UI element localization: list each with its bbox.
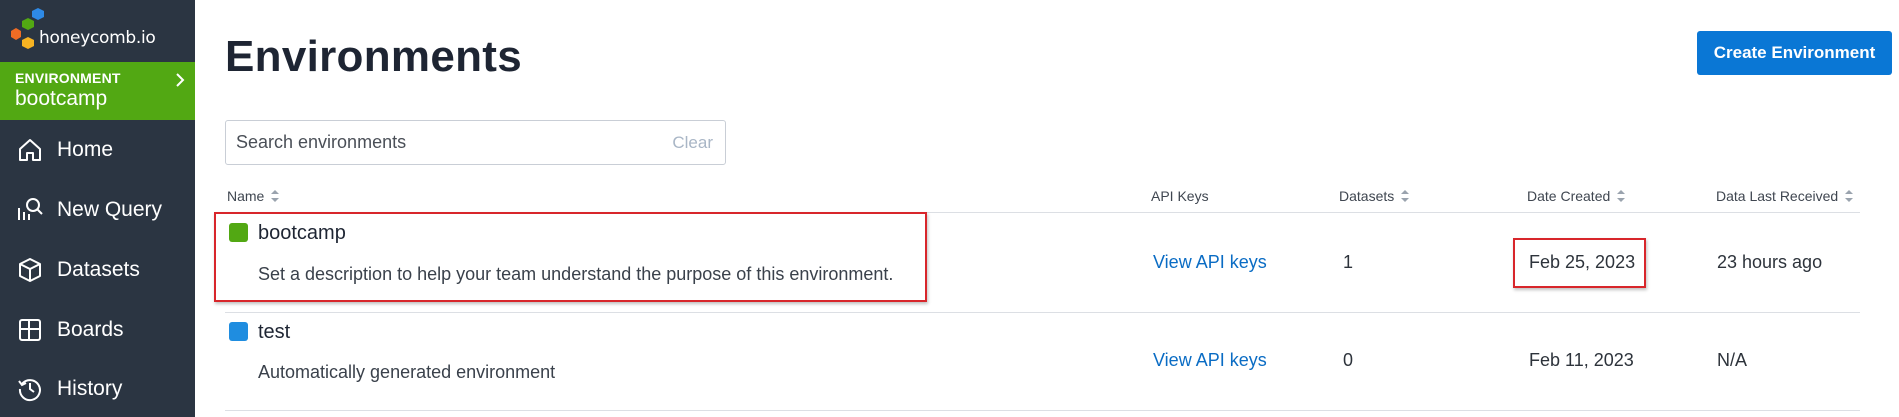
sidebar-item-label: Boards xyxy=(57,318,124,341)
environment-color-swatch xyxy=(229,322,248,341)
view-api-keys-link[interactable]: View API keys xyxy=(1153,252,1267,273)
sidebar-item-label: Home xyxy=(57,138,114,161)
column-header-datasets[interactable]: Datasets xyxy=(1339,188,1410,204)
environment-name: bootcamp xyxy=(15,87,108,110)
home-icon xyxy=(16,136,44,164)
logo-wordmark: honeycomb.io xyxy=(39,28,156,48)
chevron-right-icon xyxy=(176,73,185,87)
table-header-divider xyxy=(225,212,1860,213)
cube-icon xyxy=(16,256,44,284)
sidebar-item-home[interactable]: Home xyxy=(0,122,195,178)
column-header-label: Name xyxy=(227,188,265,204)
query-icon xyxy=(16,196,44,224)
environment-name-link[interactable]: bootcamp xyxy=(258,222,346,245)
clear-search-button[interactable]: Clear xyxy=(672,133,713,153)
row-divider xyxy=(225,410,1860,411)
environment-switcher[interactable]: ENVIRONMENT bootcamp xyxy=(0,62,195,120)
create-environment-button[interactable]: Create Environment xyxy=(1697,31,1892,75)
column-header-label: Date Created xyxy=(1527,188,1611,204)
search-field: Clear xyxy=(225,120,726,165)
environment-name-link[interactable]: test xyxy=(258,321,290,344)
sidebar: honeycomb.io ENVIRONMENT bootcamp Home N… xyxy=(0,0,195,417)
datasets-count: 1 xyxy=(1343,252,1354,272)
sidebar-item-label: History xyxy=(57,377,123,400)
column-header-api-keys: API Keys xyxy=(1151,188,1209,204)
sort-icon xyxy=(1401,190,1410,202)
search-input[interactable] xyxy=(236,121,636,164)
column-header-name[interactable]: Name xyxy=(227,188,280,204)
column-header-date-created[interactable]: Date Created xyxy=(1527,188,1626,204)
view-api-keys-link[interactable]: View API keys xyxy=(1153,350,1267,371)
page-title: Environments xyxy=(225,32,522,81)
sidebar-item-label: New Query xyxy=(57,198,163,221)
column-header-data-last-received[interactable]: Data Last Received xyxy=(1716,188,1854,204)
data-last-received: 23 hours ago xyxy=(1717,252,1823,272)
date-created: Feb 11, 2023 xyxy=(1529,350,1634,370)
data-last-received: N/A xyxy=(1717,350,1748,370)
history-icon xyxy=(16,375,44,403)
sidebar-item-history[interactable]: History xyxy=(0,361,195,417)
boards-icon xyxy=(16,316,44,344)
sidebar-item-new-query[interactable]: New Query xyxy=(0,182,195,238)
column-header-label: Data Last Received xyxy=(1716,188,1839,204)
sidebar-item-boards[interactable]: Boards xyxy=(0,302,195,358)
environment-description[interactable]: Set a description to help your team unde… xyxy=(258,264,893,285)
date-created: Feb 25, 2023 xyxy=(1529,252,1636,272)
environment-color-swatch xyxy=(229,223,248,242)
sort-icon xyxy=(271,190,280,202)
sidebar-item-label: Datasets xyxy=(57,258,140,281)
environment-label: ENVIRONMENT xyxy=(15,70,121,86)
sort-icon xyxy=(1617,190,1626,202)
column-header-label: Datasets xyxy=(1339,188,1395,204)
sort-icon xyxy=(1845,190,1854,202)
row-divider xyxy=(225,312,1860,313)
column-header-label: API Keys xyxy=(1151,188,1209,204)
datasets-count: 0 xyxy=(1343,350,1354,370)
honeycomb-logo[interactable]: honeycomb.io xyxy=(8,8,188,54)
environment-description[interactable]: Automatically generated environment xyxy=(258,362,555,383)
sidebar-item-datasets[interactable]: Datasets xyxy=(0,242,195,298)
